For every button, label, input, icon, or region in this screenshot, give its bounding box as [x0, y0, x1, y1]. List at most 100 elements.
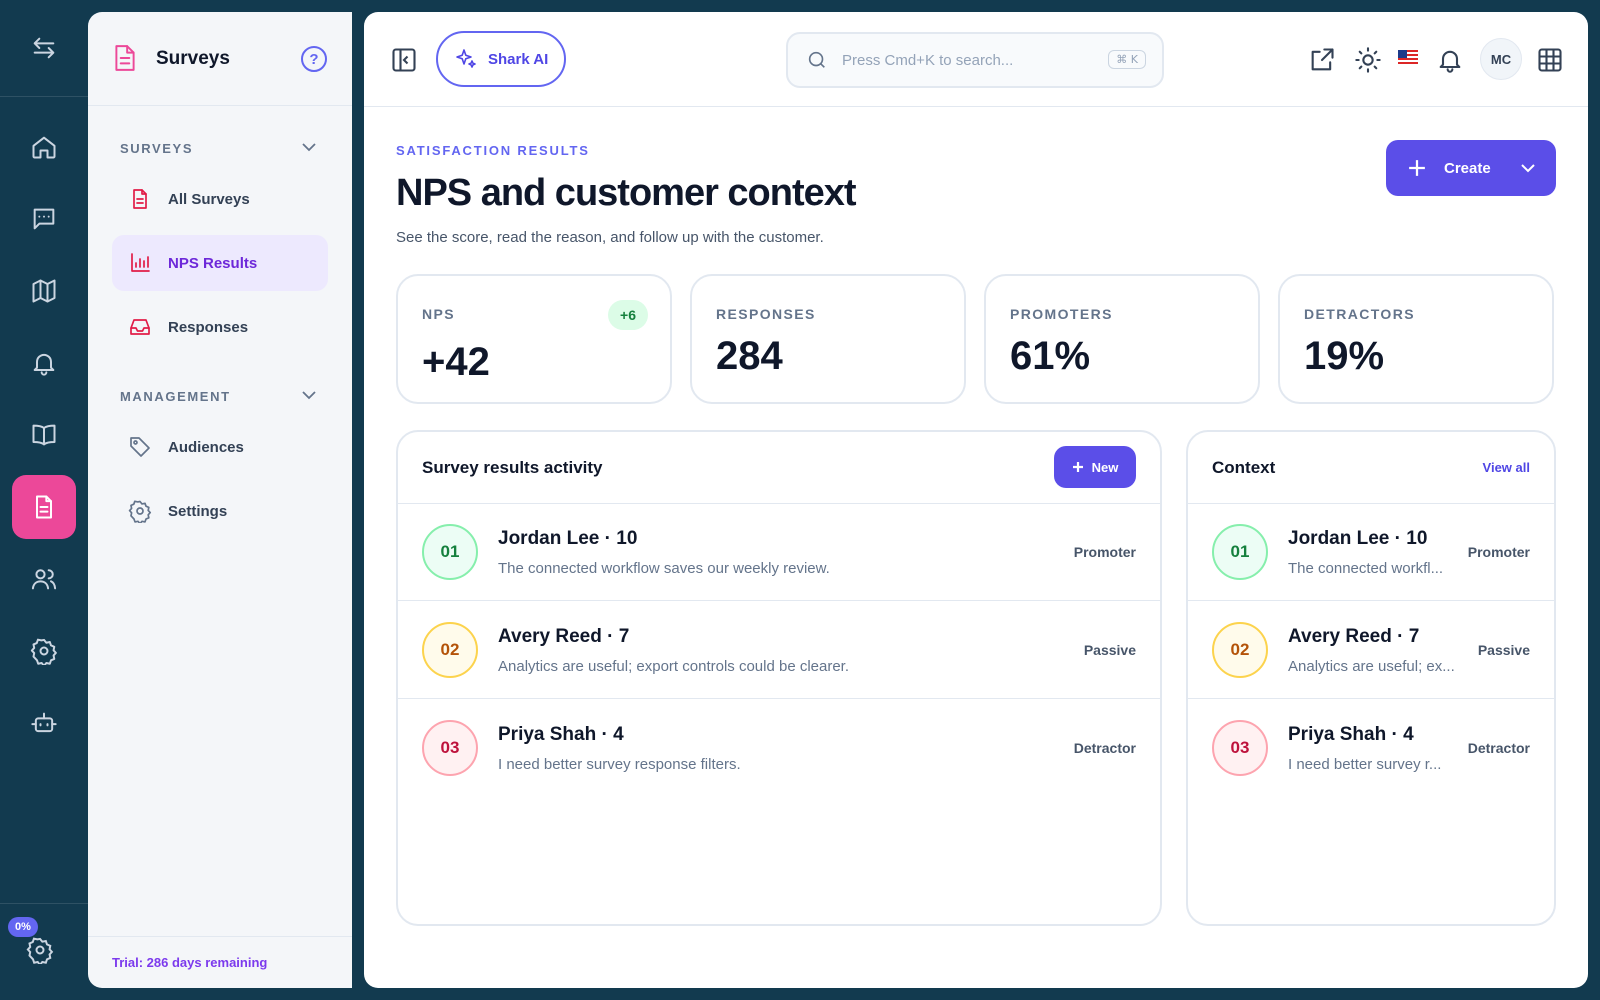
search-bar[interactable]: Press Cmd+K to search... ⌘ K — [786, 32, 1164, 88]
search-input[interactable]: Press Cmd+K to search... — [842, 52, 1013, 69]
table-row[interactable]: 02 Avery Reed · 7 Analytics are useful; … — [398, 602, 1160, 699]
shark-ai-button[interactable]: Shark AI — [436, 31, 566, 87]
tag-icon — [128, 435, 152, 459]
panel-header: Survey results activity New — [398, 432, 1160, 504]
gear-icon[interactable] — [12, 619, 76, 683]
settings-gear-icon[interactable] — [26, 936, 54, 964]
sun-icon[interactable] — [1354, 46, 1382, 74]
users-icon[interactable] — [12, 547, 76, 611]
panel-header: Context View all — [1188, 432, 1554, 504]
category-tag: Detractor — [1073, 740, 1136, 756]
sidebar-item-all-surveys[interactable]: All Surveys — [112, 171, 328, 227]
response-text: Analytics are useful; ex... — [1288, 658, 1455, 675]
sidebar-item-label: Audiences — [168, 438, 244, 456]
rank-badge: 03 — [1212, 720, 1268, 776]
category-tag: Promoter — [1467, 544, 1530, 560]
stat-value: 61% — [1010, 334, 1091, 378]
list-item[interactable]: 02 Avery Reed · 7 Analytics are useful; … — [1188, 602, 1554, 699]
plus-icon — [1408, 159, 1426, 177]
topbar: Shark AI Press Cmd+K to search... ⌘ K MC — [364, 12, 1588, 107]
new-button[interactable]: New — [1054, 446, 1136, 488]
shark-ai-label: Shark AI — [488, 50, 549, 68]
chevron-down-icon[interactable] — [302, 390, 316, 402]
panel-title: Survey results activity — [422, 458, 603, 477]
response-text: I need better survey r... — [1288, 756, 1442, 773]
document-icon — [112, 44, 138, 72]
page-title: NPS and customer context — [396, 172, 857, 214]
rank-badge: 02 — [1212, 622, 1268, 678]
panel-collapse-icon[interactable] — [390, 46, 418, 74]
sidebar-item-label: Settings — [168, 502, 228, 520]
view-all-link[interactable]: View all — [1483, 460, 1530, 475]
rank-badge: 01 — [422, 524, 478, 580]
category-tag: Promoter — [1073, 544, 1136, 560]
swap-arrows-icon[interactable] — [12, 16, 76, 80]
bell-icon[interactable] — [1436, 46, 1464, 74]
create-label: Create — [1444, 159, 1491, 177]
inbox-icon — [128, 315, 152, 339]
list-item[interactable]: 03 Priya Shah · 4 I need better survey r… — [1188, 700, 1554, 797]
page-eyebrow: SATISFACTION RESULTS — [396, 143, 590, 158]
sidebar-title: Surveys — [156, 48, 230, 69]
rank-badge: 02 — [422, 622, 478, 678]
stat-card-responses: RESPONSES 284 — [690, 274, 966, 404]
bell-icon[interactable] — [12, 331, 76, 395]
avatar[interactable]: MC — [1480, 38, 1522, 80]
trial-notice[interactable]: Trial: 286 days remaining — [88, 936, 352, 988]
stat-label: PROMOTERS — [1010, 306, 1113, 322]
respondent-name: Jordan Lee · 10 — [1288, 528, 1428, 549]
respondent-name: Jordan Lee · 10 — [498, 528, 638, 549]
sparkles-icon — [454, 47, 478, 71]
stat-value: 284 — [716, 334, 783, 378]
progress-badge: 0% — [8, 917, 38, 937]
book-icon[interactable] — [12, 403, 76, 467]
stat-label: NPS — [422, 306, 455, 322]
sidebar-item-audiences[interactable]: Audiences — [112, 419, 328, 475]
stat-label: DETRACTORS — [1304, 306, 1415, 322]
external-link-icon[interactable] — [1308, 46, 1336, 74]
sidebar-item-nps-results[interactable]: NPS Results — [112, 235, 328, 291]
rank-badge: 03 — [422, 720, 478, 776]
context-panel: Context View all 01 Jordan Lee · 10 The … — [1186, 430, 1556, 926]
section-label-surveys: SURVEYS — [120, 141, 194, 156]
rail-header — [0, 0, 88, 97]
bar-chart-icon — [128, 251, 152, 275]
section-label-management: MANAGEMENT — [120, 389, 231, 404]
map-icon[interactable] — [12, 259, 76, 323]
response-text: The connected workfl... — [1288, 560, 1444, 577]
category-tag: Passive — [1477, 642, 1530, 658]
chevron-down-icon[interactable] — [302, 142, 316, 154]
shortcut-hint: ⌘ K — [1108, 50, 1146, 69]
sidebar-item-responses[interactable]: Responses — [112, 299, 328, 355]
respondent-name: Priya Shah · 4 — [498, 724, 624, 745]
search-icon — [806, 49, 828, 71]
list-item[interactable]: 01 Jordan Lee · 10 The connected workfl.… — [1188, 504, 1554, 601]
sidebar-item-label: All Surveys — [168, 190, 250, 208]
new-label: New — [1091, 459, 1119, 475]
stat-card-detractors: DETRACTORS 19% — [1278, 274, 1554, 404]
us-flag-icon[interactable] — [1398, 50, 1418, 64]
panel-title: Context — [1212, 458, 1276, 477]
category-tag: Passive — [1083, 642, 1136, 658]
sidebar-header: Surveys ? — [88, 12, 352, 106]
sidebar: Surveys ? SURVEYS All Surveys NPS Result… — [88, 12, 352, 988]
grid-icon[interactable] — [1536, 46, 1564, 74]
stat-card-promoters: PROMOTERS 61% — [984, 274, 1260, 404]
page-subtitle: See the score, read the reason, and foll… — [396, 229, 824, 246]
chat-icon[interactable] — [12, 187, 76, 251]
respondent-name: Avery Reed · 7 — [498, 626, 630, 647]
table-row[interactable]: 03 Priya Shah · 4 I need better survey r… — [398, 700, 1160, 797]
chevron-down-icon — [1520, 163, 1535, 173]
robot-icon[interactable] — [12, 691, 76, 755]
category-tag: Detractor — [1467, 740, 1530, 756]
help-icon[interactable]: ? — [301, 46, 327, 72]
create-button[interactable]: Create — [1386, 140, 1556, 196]
sidebar-item-label: NPS Results — [168, 254, 258, 272]
respondent-name: Avery Reed · 7 — [1288, 626, 1420, 647]
document-icon[interactable] — [12, 475, 76, 539]
table-row[interactable]: 01 Jordan Lee · 10 The connected workflo… — [398, 504, 1160, 601]
sidebar-item-label: Responses — [168, 318, 249, 336]
home-icon[interactable] — [12, 115, 76, 179]
sidebar-item-settings[interactable]: Settings — [112, 483, 328, 539]
response-text: Analytics are useful; export controls co… — [498, 658, 850, 675]
